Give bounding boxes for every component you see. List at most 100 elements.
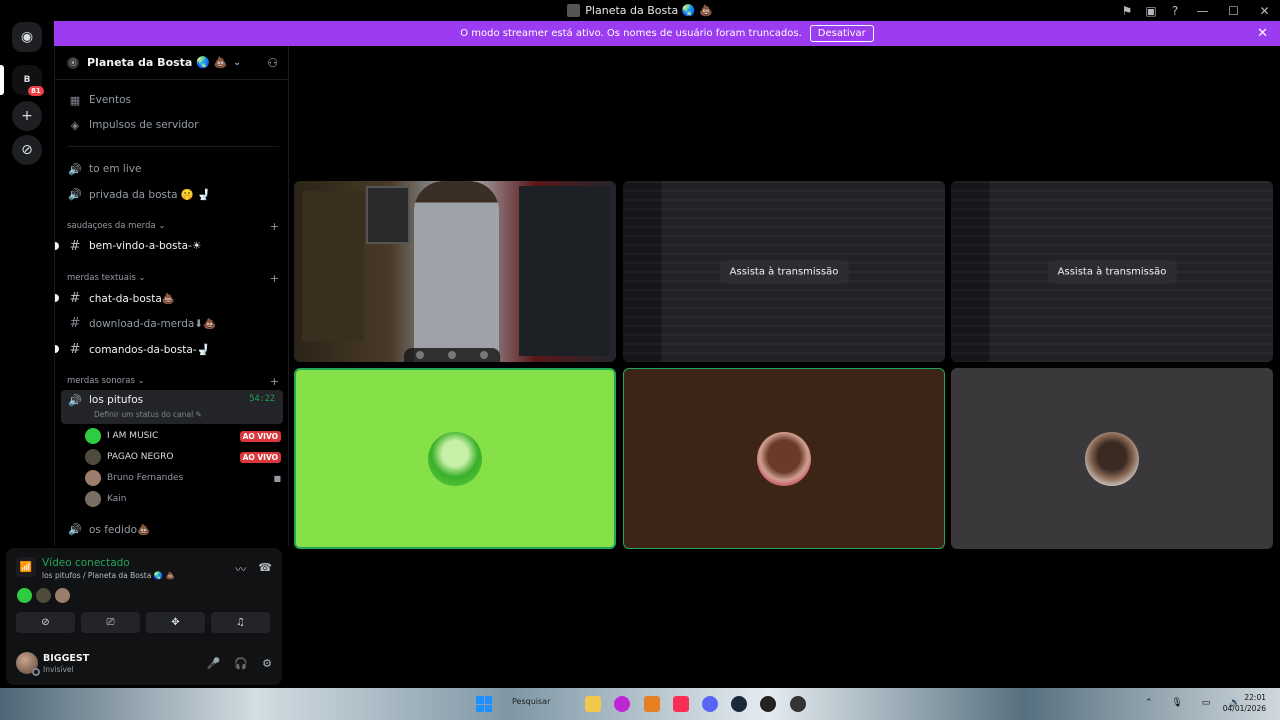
watch-stream-button[interactable]: Assista à transmissão bbox=[719, 260, 849, 283]
chevron-down-icon: ⌄ bbox=[233, 57, 241, 68]
voice-channel-los-pitufos[interactable]: 🔊 los pitufos 54:22 Definir um status do… bbox=[61, 390, 283, 424]
clock[interactable]: 22:01 04/01/2026 bbox=[1223, 692, 1266, 714]
close-banner-icon[interactable]: ✕ bbox=[1257, 26, 1268, 41]
text-channel-comandos[interactable]: # comandos-da-bosta-🚽 bbox=[55, 338, 283, 360]
text-channel-chat-da-bosta[interactable]: # chat-da-bosta💩 bbox=[55, 287, 283, 309]
camera-scene bbox=[366, 186, 410, 244]
avatar bbox=[1085, 431, 1139, 486]
voice-user-name: PAGAO NEGRO bbox=[107, 452, 174, 462]
server-boosts-item[interactable]: ◈ Impulsos de servidor bbox=[61, 114, 283, 136]
screen-share-icon[interactable]: ▣ bbox=[1139, 0, 1163, 21]
windows-taskbar: Pesquisar ⌃ 🎙 ▭ 🔊 22:01 04/01/2026 bbox=[0, 688, 1280, 720]
username[interactable]: BIGGEST bbox=[43, 653, 89, 664]
category-saudacoes[interactable]: saudaçoes da merda ⌄ + bbox=[67, 219, 279, 233]
avatar[interactable] bbox=[17, 588, 32, 603]
channel-label: bem-vindo-a-bosta-☀ bbox=[89, 240, 202, 252]
hashtag-icon: # bbox=[69, 341, 81, 357]
unread-indicator bbox=[55, 345, 59, 353]
channel-label: privada da bosta 🤫 🚽 bbox=[89, 188, 211, 201]
settings-gear-icon[interactable]: ⚙ bbox=[262, 657, 272, 670]
text-channel-bem-vindo[interactable]: # bem-vindo-a-bosta-☀ bbox=[55, 235, 283, 257]
obs-icon[interactable] bbox=[790, 696, 806, 712]
server-header[interactable]: ⦿ Planeta da Bosta 🌏 💩 ⌄ ⚇ bbox=[55, 46, 288, 80]
disconnect-icon[interactable]: ☎ bbox=[258, 561, 272, 577]
participant-tile[interactable] bbox=[294, 368, 616, 549]
windows-start-icon[interactable] bbox=[476, 696, 492, 712]
stream-tile[interactable]: Assista à transmissão bbox=[623, 181, 945, 362]
avatar[interactable] bbox=[16, 652, 40, 676]
minimize-button[interactable]: — bbox=[1187, 0, 1218, 21]
call-timer: 54:22 bbox=[249, 394, 275, 404]
help-icon[interactable]: ? bbox=[1163, 0, 1187, 21]
events-item[interactable]: ▦ Eventos bbox=[61, 89, 283, 111]
music-app-icon[interactable] bbox=[673, 696, 689, 712]
window-title-container: Planeta da Bosta 🌏 💩 bbox=[567, 4, 713, 17]
avatar[interactable] bbox=[55, 588, 70, 603]
participant-tile[interactable] bbox=[623, 368, 945, 549]
steam-icon[interactable] bbox=[731, 696, 747, 712]
noise-suppression-icon[interactable]: 〰 bbox=[235, 561, 246, 577]
hashtag-icon: # bbox=[69, 290, 81, 306]
create-channel-icon[interactable]: + bbox=[270, 220, 279, 233]
discover-icon[interactable]: ⊘ bbox=[12, 135, 42, 165]
avatar bbox=[85, 449, 101, 465]
microphone-icon[interactable]: 🎤 bbox=[207, 657, 221, 670]
close-window-button[interactable]: ✕ bbox=[1249, 0, 1280, 21]
live-badge[interactable]: AO VIVO bbox=[239, 430, 281, 442]
create-channel-icon[interactable]: + bbox=[270, 375, 279, 388]
browser-icon[interactable] bbox=[614, 696, 630, 712]
soundboard-button[interactable]: ♫ bbox=[211, 612, 270, 633]
category-merdas-textuais[interactable]: merdas textuais ⌄ + bbox=[67, 271, 279, 285]
discord-home-icon[interactable]: ◉ bbox=[12, 22, 42, 52]
clock-time: 22:01 bbox=[1244, 693, 1266, 702]
voice-user-row[interactable]: Kain bbox=[85, 489, 281, 509]
invisible-status-dot bbox=[32, 668, 40, 676]
speaker-icon: 🔊 bbox=[68, 187, 82, 201]
live-badge[interactable]: AO VIVO bbox=[239, 451, 281, 463]
avatar bbox=[85, 491, 101, 507]
unread-indicator bbox=[55, 242, 59, 250]
channel-label: los pitufos bbox=[89, 394, 144, 406]
voice-connection-panel: 📶 Vídeo conectado los pitufos / Planeta … bbox=[6, 548, 282, 685]
file-explorer-icon[interactable] bbox=[585, 696, 601, 712]
avatar[interactable] bbox=[36, 588, 51, 603]
server-initial: B bbox=[23, 75, 31, 85]
stream-tile[interactable]: Assista à transmissão bbox=[951, 181, 1273, 362]
voice-channel-to-em-live[interactable]: 🔊 to em live bbox=[61, 158, 283, 180]
voice-user-row[interactable]: Bruno Fernandes ■ bbox=[85, 468, 281, 488]
camera-scene bbox=[414, 181, 499, 362]
create-channel-icon[interactable]: + bbox=[270, 272, 279, 285]
discord-taskbar-icon[interactable] bbox=[702, 696, 718, 712]
category-merdas-sonoras[interactable]: merdas sonoras ⌄ + bbox=[67, 374, 279, 388]
voice-channel-os-fedido[interactable]: 🔊 os fedido💩 bbox=[61, 518, 283, 540]
camera-off-button[interactable]: ⊘ bbox=[16, 612, 75, 633]
calendar-icon: ▦ bbox=[69, 93, 81, 107]
disable-streamer-mode-button[interactable]: Desativar bbox=[809, 25, 874, 42]
voice-channel-privada[interactable]: 🔊 privada da bosta 🤫 🚽 bbox=[61, 183, 283, 205]
text-channel-download[interactable]: # download-da-merda⬇💩 bbox=[61, 312, 283, 334]
voice-status-subtitle[interactable]: los pitufos / Planeta da Bosta 🌏 💩 bbox=[42, 571, 175, 580]
tile-controls[interactable] bbox=[404, 348, 500, 362]
inbox-flag-icon[interactable]: ⚑ bbox=[1115, 0, 1139, 21]
taskbar-search[interactable]: Pesquisar bbox=[512, 697, 550, 706]
watch-stream-button[interactable]: Assista à transmissão bbox=[1047, 260, 1177, 283]
speaker-icon: 🔊 bbox=[68, 162, 82, 176]
screen-share-button[interactable]: ⎚ bbox=[81, 612, 140, 633]
channel-label: comandos-da-bosta-🚽 bbox=[89, 343, 210, 356]
activities-button[interactable]: ✥ bbox=[146, 612, 205, 633]
invite-people-icon[interactable]: ⚇ bbox=[267, 56, 278, 70]
add-server-icon[interactable]: + bbox=[12, 101, 42, 131]
headset-icon[interactable]: 🎧 bbox=[234, 657, 248, 670]
participant-tile[interactable] bbox=[951, 368, 1273, 549]
speaker-icon: 🔊 bbox=[68, 394, 82, 407]
maximize-button[interactable]: ☐ bbox=[1218, 0, 1249, 21]
camera-feed-tile[interactable] bbox=[294, 181, 616, 362]
fl-studio-icon[interactable] bbox=[644, 696, 660, 712]
set-channel-status[interactable]: Definir um status do canal ✎ bbox=[94, 410, 202, 419]
chrome-icon[interactable] bbox=[760, 696, 776, 712]
voice-user-name: I AM MUSIC bbox=[107, 431, 159, 441]
category-label: merdas sonoras ⌄ bbox=[67, 376, 145, 386]
voice-user-row[interactable]: PAGAO NEGRO AO VIVO bbox=[85, 447, 281, 467]
voice-user-row[interactable]: I AM MUSIC AO VIVO bbox=[85, 426, 281, 446]
connection-signal-icon[interactable]: 📶 bbox=[16, 557, 36, 577]
